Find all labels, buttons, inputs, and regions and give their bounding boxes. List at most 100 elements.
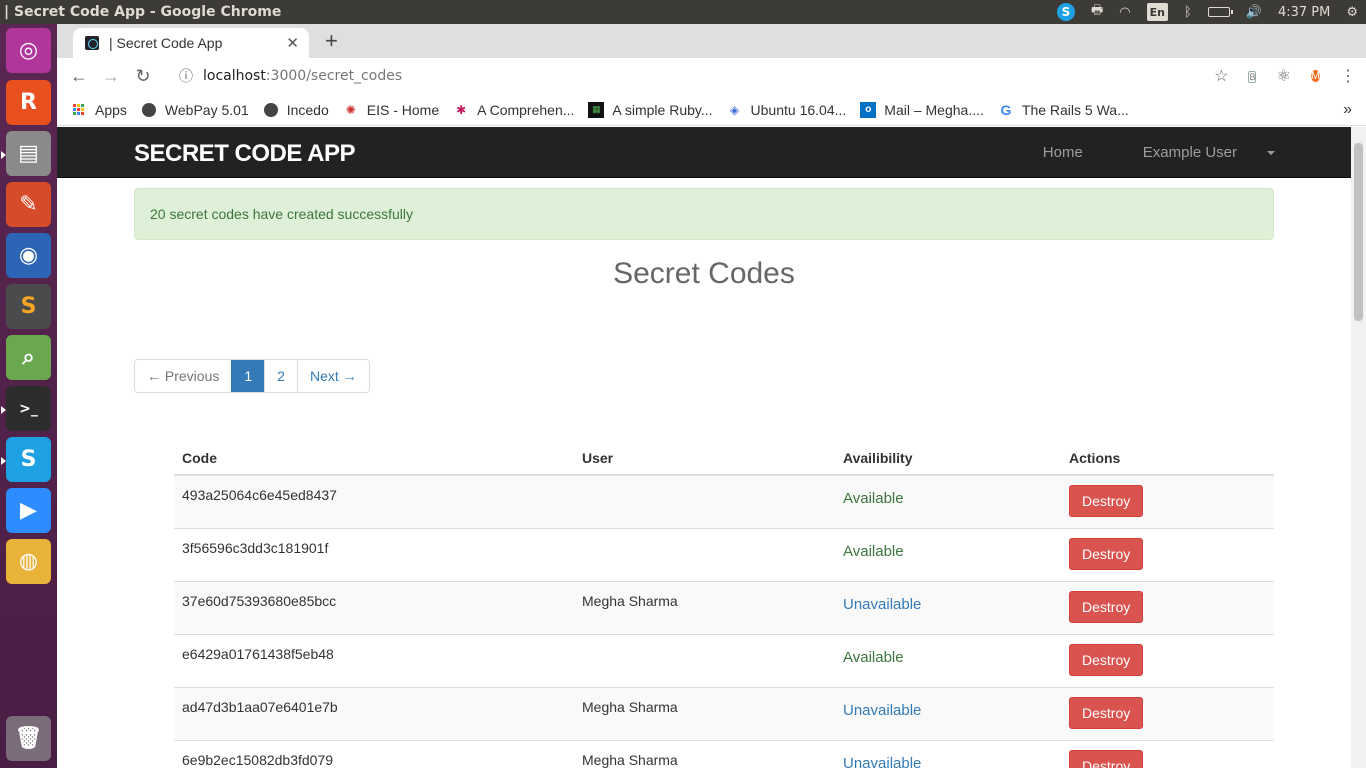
user-dropdown[interactable]: Example User (1113, 144, 1275, 161)
availability-cell: Unavailable (835, 686, 1061, 740)
trash-icon[interactable]: 🗑 (6, 716, 51, 761)
settings-gear-icon[interactable]: ⚙ (1346, 3, 1358, 21)
firefox-icon[interactable]: ◉ (6, 233, 51, 278)
files-icon[interactable]: ▤ (6, 131, 51, 176)
column-header-actions: Actions (1061, 439, 1274, 476)
wifi-icon[interactable]: ◠ (1119, 3, 1130, 21)
app-navbar: SECRET CODE APP Home Example User (57, 127, 1351, 178)
printer-icon[interactable]: 🖶 (1091, 3, 1103, 21)
table-row: 37e60d75393680e85bcc Megha Sharma Unavai… (174, 580, 1274, 634)
pagination-next[interactable]: Next → (296, 360, 369, 392)
ubuntu-dash-icon[interactable]: ◎ (6, 28, 51, 73)
destroy-button[interactable]: Destroy (1069, 485, 1144, 517)
volume-icon[interactable]: 🔊 (1246, 3, 1262, 21)
back-icon[interactable]: ← (63, 66, 95, 87)
table-row: e6429a01761438f5eb48 Available Destroy (174, 633, 1274, 687)
pagination: ← Previous 1 2 Next → (134, 359, 370, 393)
actions-cell: Destroy (1061, 527, 1274, 581)
eis-icon: ✺ (345, 102, 356, 117)
pagination-page-1[interactable]: 1 (231, 360, 265, 392)
scrollbar-thumb[interactable] (1354, 143, 1363, 321)
pagination-page-2[interactable]: 2 (264, 360, 297, 392)
tab-title: | Secret Code App (109, 35, 223, 51)
keyboard-layout-indicator[interactable]: En (1146, 3, 1168, 21)
secret-codes-table: Code User Availibility Actions 493a25064… (174, 439, 1274, 768)
globe-icon (263, 102, 279, 118)
chrome-icon[interactable]: ◍ (6, 539, 51, 584)
bookmark-a-comprehensive[interactable]: ✱ A Comprehen... (453, 102, 574, 118)
site-info-icon[interactable]: ⓘ (179, 66, 193, 86)
skype-tray-icon[interactable]: S (1056, 3, 1075, 21)
availability-cell: Available (835, 527, 1061, 581)
system-settings-icon[interactable]: ✎ (6, 182, 51, 227)
column-header-user: User (574, 439, 835, 476)
bookmark-apps[interactable]: Apps (71, 102, 127, 118)
success-alert: 20 secret codes have created successfull… (134, 188, 1274, 240)
user-cell: Megha Sharma (574, 739, 835, 768)
bookmark-star-icon[interactable]: ☆ (1214, 66, 1228, 86)
new-tab-icon[interactable]: + (325, 28, 338, 54)
terminal-icon[interactable]: >_ (6, 386, 51, 431)
pagination-previous[interactable]: ← Previous (135, 360, 231, 392)
bluetooth-icon[interactable]: ᛒ (1184, 3, 1192, 21)
actions-cell: Destroy (1061, 474, 1274, 528)
clock[interactable]: 4:37 PM (1278, 3, 1330, 21)
tab-secret-code-app[interactable]: | Secret Code App ✕ (73, 28, 309, 58)
code-site-icon: ▦ (588, 101, 605, 118)
profile-avatar[interactable]: M (1310, 66, 1320, 86)
page-scrollbar[interactable] (1351, 127, 1366, 768)
chrome-menu-icon[interactable]: ⋮ (1340, 66, 1356, 86)
actions-cell: Destroy (1061, 580, 1274, 634)
google-icon: G (1000, 101, 1012, 118)
bookmark-incedo[interactable]: Incedo (263, 102, 329, 118)
os-top-panel: | Secret Code App - Google Chrome S 🖶 ◠ … (0, 0, 1366, 24)
toolbar: ← → ↻ ⓘ localhost:3000/secret_codes ☆ B … (57, 58, 1366, 94)
bookmark-eis-home[interactable]: ✺ EIS - Home (343, 102, 439, 118)
forward-icon[interactable]: → (95, 66, 127, 87)
code-cell: ad47d3b1aa07e6401e7b (174, 686, 574, 740)
battery-icon[interactable] (1207, 3, 1233, 21)
column-header-code: Code (174, 439, 574, 476)
zoom-icon[interactable]: ▶ (6, 488, 51, 533)
user-cell: Megha Sharma (574, 686, 835, 740)
destroy-button[interactable]: Destroy (1069, 590, 1144, 623)
sublime-text-icon[interactable]: S (6, 284, 51, 329)
column-header-availability: Availibility (835, 439, 1061, 476)
bookmark-webpay[interactable]: WebPay 5.01 (141, 102, 249, 118)
destroy-button[interactable]: Destroy (1069, 643, 1144, 676)
system-tray: S 🖶 ◠ En ᛒ 🔊 4:37 PM ⚙ (1049, 0, 1366, 24)
tab-strip: | Secret Code App ✕ + (57, 24, 1366, 58)
destroy-button[interactable]: Destroy (1069, 537, 1144, 570)
extension-react-icon[interactable]: ⚛ (1276, 66, 1290, 86)
actions-cell: Destroy (1061, 739, 1274, 768)
launcher: ◎ R ▤ ✎ ◉ S ⌕ >_ S ▶ ◍ 🗑 (0, 24, 57, 768)
actions-cell: Destroy (1061, 633, 1274, 687)
app-brand[interactable]: SECRET CODE APP (134, 140, 355, 168)
destroy-button[interactable]: Destroy (1069, 749, 1144, 768)
page-title: Secret Codes (613, 257, 795, 290)
bookmark-mail[interactable]: o Mail – Megha.... (860, 101, 984, 118)
more-bookmarks-icon[interactable]: » (1343, 101, 1352, 119)
code-cell: 493a25064c6e45ed8437 (174, 474, 574, 528)
table-row: 6e9b2ec15082db3fd079 Megha Sharma Unavai… (174, 739, 1274, 768)
table-header-row: Code User Availibility Actions (174, 439, 1274, 476)
page-viewport: SECRET CODE APP Home Example User 20 sec… (57, 127, 1351, 768)
reload-icon[interactable]: ↻ (127, 66, 159, 87)
extension-b-icon[interactable]: B (1248, 67, 1257, 85)
bookmark-simple-ruby[interactable]: ▦ A simple Ruby... (588, 101, 713, 118)
bookmark-ubuntu[interactable]: ◈ Ubuntu 16.04... (727, 102, 846, 118)
user-cell (574, 633, 835, 687)
skype-icon[interactable]: S (6, 437, 51, 482)
address-bar[interactable]: localhost:3000/secret_codes (203, 68, 402, 84)
table-row: 3f56596c3dd3c181901f Available Destroy (174, 527, 1274, 581)
bookmarks-bar: Apps WebPay 5.01 Incedo ✺ EIS - Home ✱ A C… (57, 94, 1366, 126)
close-tab-icon[interactable]: ✕ (286, 34, 299, 52)
apps-grid-icon (71, 102, 87, 118)
bookmark-rails5[interactable]: G The Rails 5 Wa... (998, 101, 1128, 118)
user-cell (574, 474, 835, 528)
pinwheel-icon: ✱ (456, 102, 467, 117)
rubymine-icon[interactable]: R (6, 80, 51, 125)
nav-home-link[interactable]: Home (1043, 144, 1083, 161)
image-viewer-icon[interactable]: ⌕ (6, 335, 51, 380)
destroy-button[interactable]: Destroy (1069, 696, 1144, 729)
